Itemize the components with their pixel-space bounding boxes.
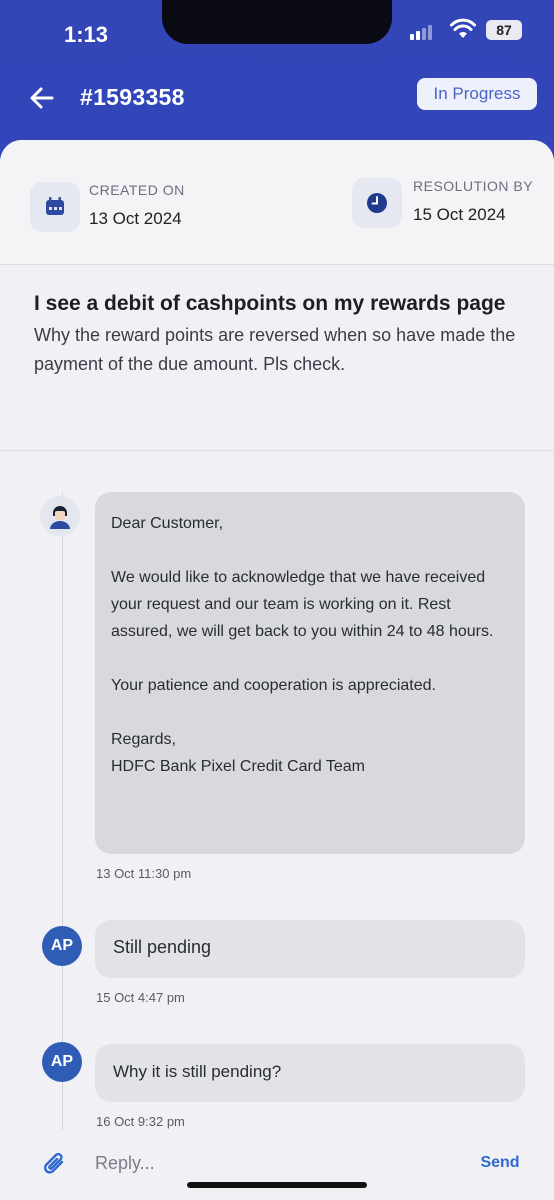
- message-greeting: Dear Customer,: [111, 515, 224, 532]
- message-body: We would like to acknowledge that we hav…: [111, 569, 494, 640]
- message-closing: Your patience and cooperation is appreci…: [111, 677, 436, 694]
- status-badge: In Progress: [417, 78, 537, 110]
- timeline-line: [62, 492, 63, 1200]
- send-button[interactable]: Send: [470, 1148, 530, 1178]
- conversation-thread: Dear Customer, We would like to acknowle…: [0, 452, 554, 1200]
- message-text: Why it is still pending?: [113, 1062, 282, 1081]
- status-bar: 1:13 87: [0, 0, 554, 70]
- agent-avatar-icon: [40, 496, 80, 536]
- resolution-by-value: 15 Oct 2024: [413, 205, 506, 224]
- status-time: 1:13: [64, 22, 109, 47]
- divider: [0, 450, 554, 451]
- battery-indicator: 87: [486, 20, 522, 40]
- back-arrow-icon[interactable]: [28, 84, 56, 112]
- home-indicator: [187, 1182, 367, 1188]
- issue-title: I see a debit of cashpoints on my reward…: [34, 292, 506, 315]
- message-timestamp: 16 Oct 9:32 pm: [96, 1114, 185, 1129]
- message-regards: Regards,: [111, 731, 176, 748]
- camera-notch: [162, 0, 392, 44]
- ticket-id: #1593358: [80, 84, 185, 110]
- phone-screen: 1:13 87 #1593358 In Progress CREATED ON …: [0, 0, 554, 1200]
- ticket-detail-card: CREATED ON 13 Oct 2024 RESOLUTION BY 15 …: [0, 140, 554, 1200]
- created-on-value: 13 Oct 2024: [89, 209, 182, 228]
- signal-icon: [410, 24, 436, 40]
- issue-description: Why the reward points are reversed when …: [34, 325, 516, 374]
- user-avatar: AP: [42, 1042, 82, 1082]
- resolution-by-label: RESOLUTION BY: [413, 178, 534, 194]
- wifi-icon: [450, 18, 476, 38]
- paperclip-icon[interactable]: [42, 1150, 68, 1178]
- agent-message-bubble: Dear Customer, We would like to acknowle…: [95, 492, 525, 854]
- reply-bar: Send: [0, 1130, 554, 1200]
- reply-input[interactable]: [95, 1146, 435, 1180]
- clock-icon: [352, 178, 402, 228]
- user-message-bubble: Why it is still pending?: [95, 1044, 525, 1102]
- message-timestamp: 13 Oct 11:30 pm: [96, 866, 192, 881]
- issue-section: I see a debit of cashpoints on my reward…: [34, 288, 524, 379]
- created-on-label: CREATED ON: [89, 182, 185, 198]
- ticket-dates: CREATED ON 13 Oct 2024 RESOLUTION BY 15 …: [0, 140, 554, 264]
- user-avatar: AP: [42, 926, 82, 966]
- user-message-bubble: Still pending: [95, 920, 525, 978]
- app-header: #1593358 In Progress: [0, 70, 554, 140]
- message-timestamp: 15 Oct 4:47 pm: [96, 990, 185, 1005]
- message-signature: HDFC Bank Pixel Credit Card Team: [111, 758, 366, 775]
- message-text: Still pending: [113, 937, 212, 957]
- calendar-icon: [30, 182, 80, 232]
- divider: [0, 264, 554, 265]
